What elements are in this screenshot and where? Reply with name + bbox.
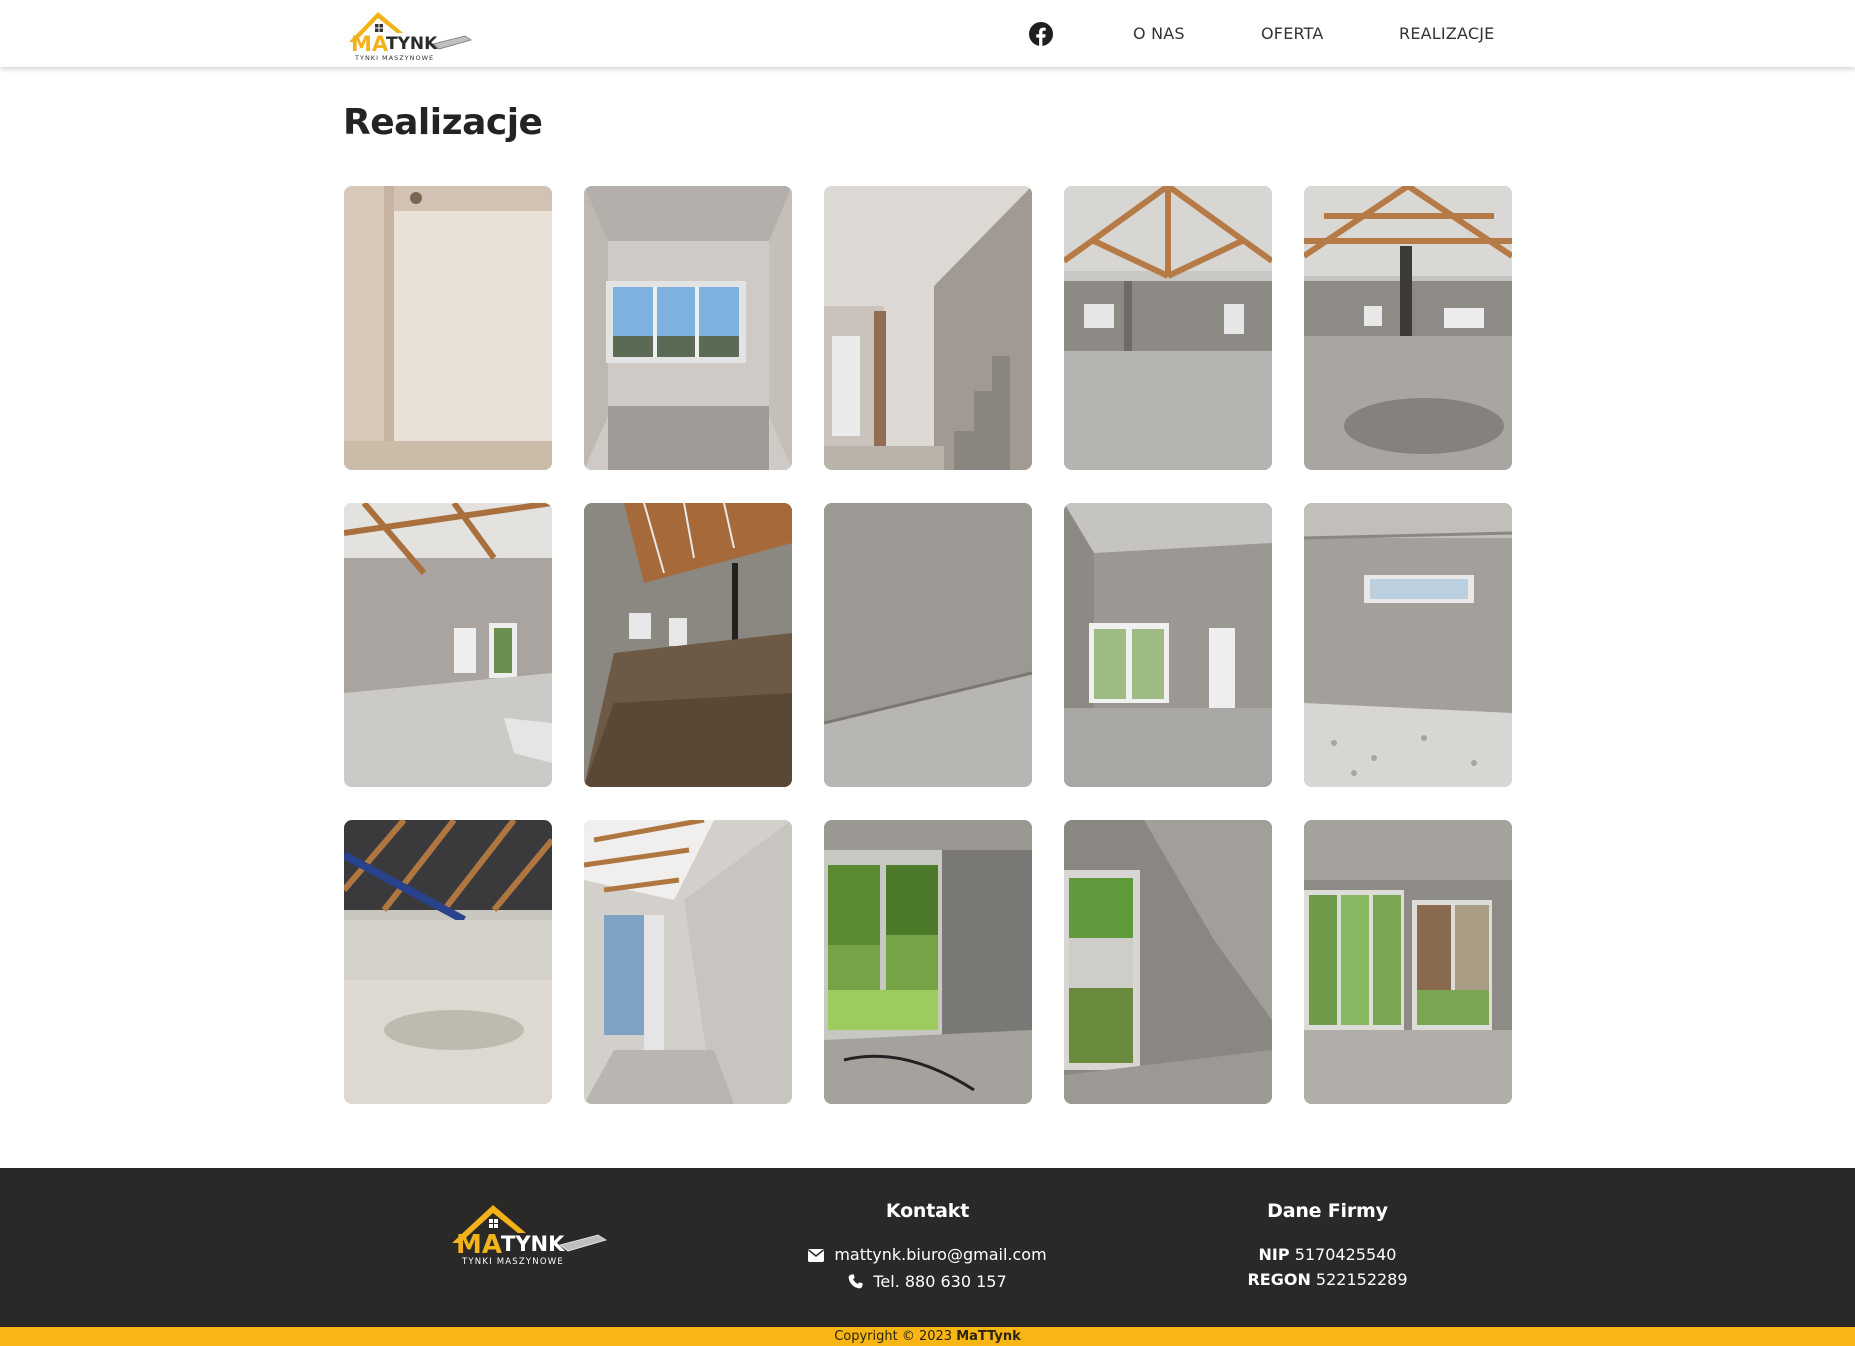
- gallery-photo-3[interactable]: [824, 186, 1032, 470]
- svg-text:TYNK: TYNK: [501, 1232, 565, 1256]
- gallery-photo-9[interactable]: [1064, 503, 1272, 787]
- contact-heading: Kontakt: [885, 1200, 970, 1222]
- copyright-bar: Copyright © 2023 MaTTynk: [0, 1327, 1855, 1346]
- site-header: MA TYNK TYNKI MASZYNOWE O NAS OFERTA REA…: [0, 0, 1855, 67]
- footer-logo[interactable]: MA TYNK TYNKI MASZYNOWE: [448, 1197, 608, 1269]
- gallery-photo-13[interactable]: [824, 820, 1032, 1104]
- copyright-brand: MaTTynk: [956, 1329, 1021, 1344]
- nip-label: NIP: [1258, 1245, 1290, 1264]
- logo-graphic: MA TYNK TYNKI MASZYNOWE: [349, 12, 472, 62]
- contact-email-link[interactable]: mattynk.biuro@gmail.com: [834, 1245, 1046, 1264]
- facebook-icon[interactable]: [1029, 22, 1053, 46]
- gallery-photo-12[interactable]: [584, 820, 792, 1104]
- gallery-photo-5[interactable]: [1304, 186, 1512, 470]
- gallery-photo-1[interactable]: [344, 186, 552, 470]
- gallery-photo-15[interactable]: [1304, 820, 1512, 1104]
- svg-text:TYNK: TYNK: [386, 34, 438, 54]
- photo-gallery: [344, 186, 1513, 1104]
- svg-text:MA: MA: [351, 32, 389, 56]
- contact-phone-row: Tel. 880 630 157: [800, 1269, 1055, 1296]
- footer-company: Dane Firmy NIP 5170425540 REGON 52215228…: [1205, 1200, 1450, 1292]
- svg-text:TYNKI MASZYNOWE: TYNKI MASZYNOWE: [354, 54, 434, 62]
- svg-text:MA: MA: [456, 1230, 502, 1260]
- company-nip-row: NIP 5170425540: [1205, 1242, 1450, 1267]
- gallery-photo-14[interactable]: [1064, 820, 1272, 1104]
- footer-contact: Kontakt mattynk.biuro@gmail.com Tel. 880…: [800, 1200, 1055, 1296]
- contact-phone-link[interactable]: Tel. 880 630 157: [873, 1272, 1006, 1291]
- gallery-photo-6[interactable]: [344, 503, 552, 787]
- page-title: Realizacje: [343, 102, 543, 143]
- gallery-photo-10[interactable]: [1304, 503, 1512, 787]
- company-heading: Dane Firmy: [1267, 1200, 1388, 1222]
- nav-oferta[interactable]: OFERTA: [1261, 0, 1324, 67]
- company-regon-row: REGON 522152289: [1205, 1267, 1450, 1292]
- nav-realizacje[interactable]: REALIZACJE: [1399, 0, 1494, 67]
- envelope-icon: [808, 1244, 825, 1269]
- phone-icon: [848, 1271, 864, 1296]
- gallery-photo-4[interactable]: [1064, 186, 1272, 470]
- logo-graphic: MA TYNK TYNKI MASZYNOWE: [452, 1205, 607, 1267]
- svg-text:TYNKI MASZYNOWE: TYNKI MASZYNOWE: [461, 1257, 564, 1267]
- gallery-photo-7[interactable]: [584, 503, 792, 787]
- regon-label: REGON: [1247, 1270, 1311, 1289]
- site-logo[interactable]: MA TYNK TYNKI MASZYNOWE: [343, 6, 473, 62]
- contact-email-row: mattynk.biuro@gmail.com: [800, 1242, 1055, 1269]
- nip-value: 5170425540: [1294, 1245, 1397, 1264]
- gallery-photo-11[interactable]: [344, 820, 552, 1104]
- gallery-photo-8[interactable]: [824, 503, 1032, 787]
- nav-o-nas[interactable]: O NAS: [1133, 0, 1185, 67]
- copyright-text: Copyright © 2023: [834, 1329, 953, 1344]
- regon-value: 522152289: [1315, 1270, 1408, 1289]
- gallery-photo-2[interactable]: [584, 186, 792, 470]
